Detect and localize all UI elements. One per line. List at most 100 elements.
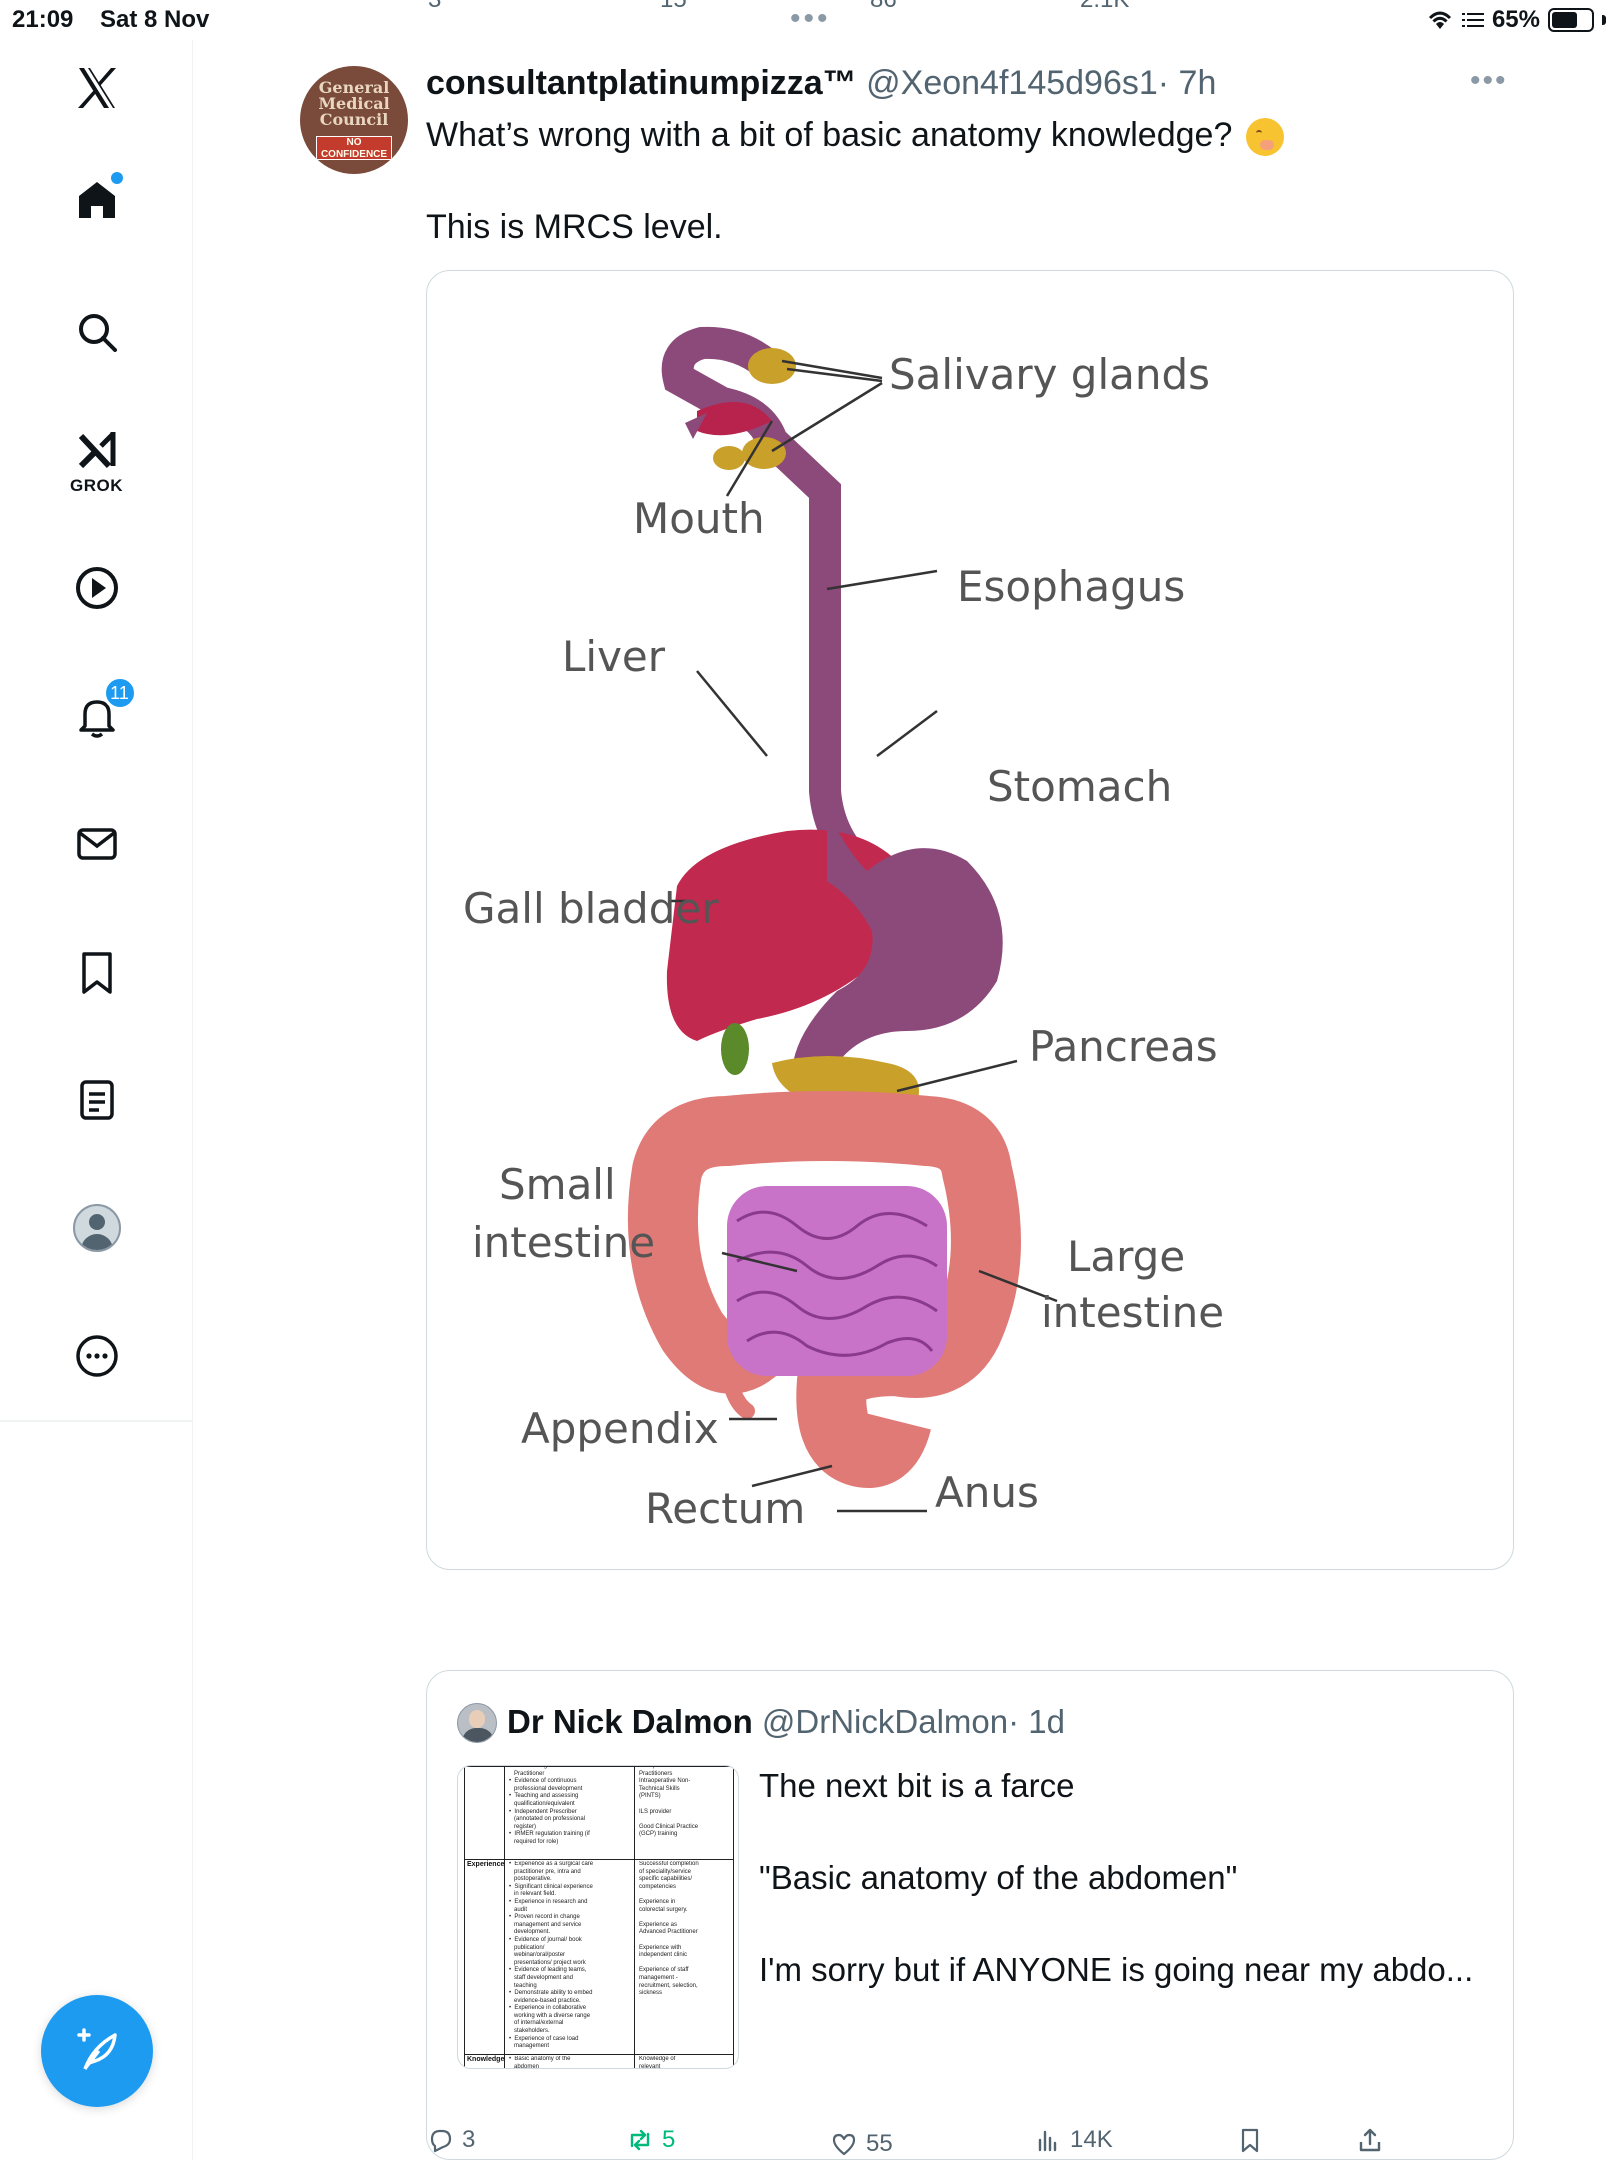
status-date: Sat 8 Nov <box>100 6 210 33</box>
reply-icon <box>430 2129 452 2153</box>
quote-document-image[interactable]: Experience Knowledge • MSc in Surgical C… <box>457 1765 739 2069</box>
author-handle[interactable]: @Xeon4f145d96s1 <box>866 64 1158 102</box>
sidebar-item-notifications[interactable]: 11 <box>0 676 193 745</box>
profile-avatar <box>72 1204 121 1252</box>
shushing-face-emoji-icon <box>1245 118 1284 157</box>
doc-col3-top: Perioperative Care Practitioners Intraop… <box>639 1765 699 1838</box>
label-stomach: Stomach <box>987 762 1172 811</box>
label-small-intestine-1: Small <box>499 1160 616 1209</box>
author-avatar[interactable]: General Medical Council NO CONFIDENCE <box>300 66 408 174</box>
label-appendix: Appendix <box>521 1404 719 1453</box>
digestive-system-diagram: Salivary glands Mouth Esophagus Liver St… <box>463 326 1224 1533</box>
more-circle-icon <box>75 1335 118 1377</box>
doc-label-experience: Experience <box>467 1861 505 1868</box>
envelope-icon <box>76 828 117 860</box>
sidebar-item-more[interactable] <box>0 1332 193 1380</box>
label-large-intestine-1: Large <box>1067 1232 1185 1281</box>
sidebar-divider <box>0 1420 193 1422</box>
play-circle-icon <box>75 567 118 609</box>
battery-icon <box>1548 8 1594 32</box>
repost-icon <box>630 2129 650 2151</box>
tweet-text-line1: What’s wrong with a bit of basic anatomy… <box>426 116 1284 157</box>
avatar-gmc-text: General Medical Council <box>318 78 390 129</box>
list-status-icon <box>1461 13 1484 27</box>
grok-icon <box>78 432 115 469</box>
doc-col2-mid: • Experience as a surgical care practiti… <box>509 1861 594 2050</box>
prev-repost-count[interactable]: 15 <box>660 0 687 14</box>
reply-button[interactable]: 3 <box>426 2126 475 2154</box>
tweet-image-digestive-diagram[interactable]: Salivary glands Mouth Esophagus Liver St… <box>426 270 1514 1570</box>
battery-percent: 65% <box>1491 6 1540 33</box>
label-liver: Liver <box>562 632 666 681</box>
tweet-actions: 3 5 55 14K <box>426 2126 1514 2160</box>
tweet-more-icon[interactable]: ••• <box>1470 64 1508 98</box>
label-gall-bladder: Gall bladder <box>463 884 719 933</box>
sidebar-item-profile[interactable] <box>0 1204 193 1252</box>
view-count: 14K <box>1070 2126 1113 2153</box>
quote-text: The next bit is a farce "Basic anatomy o… <box>759 1763 1499 2039</box>
wifi-icon <box>1428 11 1452 29</box>
status-right: 65% <box>1426 6 1606 34</box>
quote-author-name[interactable]: Dr Nick Dalmon <box>507 1703 753 1740</box>
tweet-header: consultantplatinumpizza™ @Xeon4f145d96s1… <box>426 64 1216 103</box>
notification-badge: 11 <box>102 676 137 710</box>
label-rectum: Rectum <box>645 1484 805 1533</box>
author-name[interactable]: consultantplatinumpizza™ <box>426 64 857 102</box>
gallbladder-shape <box>721 1023 749 1075</box>
compose-button[interactable] <box>41 1995 153 2107</box>
doc-col2-bot: • Basic anatomy of the abdomen <box>509 2056 571 2069</box>
small-intestine-shape <box>727 1186 947 1376</box>
quote-time[interactable]: · 1d <box>1008 1703 1065 1740</box>
label-esophagus: Esophagus <box>957 562 1185 611</box>
share-button[interactable] <box>1356 2126 1384 2154</box>
label-small-intestine-2: intestine <box>472 1218 655 1267</box>
x-logo[interactable] <box>0 64 193 112</box>
quote-paragraph: The next bit is a farce <box>759 1767 1075 1804</box>
doc-col3-bot: Knowledge of relevant <box>639 2056 676 2069</box>
prev-view-count[interactable]: 2.1K <box>1080 0 1129 14</box>
reply-count: 3 <box>462 2126 476 2153</box>
sidebar-item-search[interactable] <box>0 308 193 356</box>
repost-button[interactable]: 5 <box>626 2126 675 2154</box>
tweet-text-line2: This is MRCS level. <box>426 208 723 246</box>
avatar-banner: NO CONFIDENCE <box>316 136 392 160</box>
salivary-gland-1 <box>748 348 796 384</box>
doc-col3-mid: Successful completion of speciality/serv… <box>639 1861 699 1997</box>
prev-like-count[interactable]: 86 <box>870 0 897 14</box>
quoted-tweet[interactable]: Dr Nick Dalmon @DrNickDalmon· 1d Experie… <box>426 1670 1514 2160</box>
sidebar-item-bookmarks[interactable] <box>0 948 193 996</box>
grok-label: GROK <box>70 476 123 495</box>
label-pancreas: Pancreas <box>1029 1022 1218 1071</box>
quote-author-avatar[interactable] <box>457 1703 497 1743</box>
bookmark-button[interactable] <box>1236 2126 1264 2154</box>
label-mouth: Mouth <box>633 494 765 543</box>
sidebar-item-messages[interactable] <box>0 820 193 868</box>
quote-paragraph: I'm sorry but if ANYONE is going near my… <box>759 1951 1474 1988</box>
sidebar-item-grok[interactable]: GROK <box>0 426 193 496</box>
label-anus: Anus <box>935 1468 1039 1517</box>
quote-author-handle[interactable]: @DrNickDalmon <box>762 1703 1008 1740</box>
sidebar-item-video[interactable] <box>0 564 193 612</box>
sidebar-item-home[interactable] <box>0 172 193 229</box>
like-count: 55 <box>866 2130 893 2157</box>
bookmark-icon <box>1241 2128 1259 2153</box>
x-logo-icon <box>77 68 116 108</box>
prev-reply-count[interactable]: 3 <box>428 0 441 14</box>
label-large-intestine-2: intestine <box>1041 1288 1224 1337</box>
repost-count: 5 <box>662 2126 676 2153</box>
share-icon <box>1359 2128 1381 2152</box>
quote-paragraph: "Basic anatomy of the abdomen" <box>759 1859 1238 1896</box>
home-notification-dot <box>110 172 123 184</box>
status-time: 21:09 <box>12 6 74 33</box>
doc-col2-top: • MSc in Surgical Care Practitioner • Ev… <box>509 1765 590 1845</box>
views-button[interactable]: 14K <box>1034 2126 1113 2154</box>
salivary-gland-2 <box>742 437 786 469</box>
tweet-time[interactable]: · 7h <box>1158 64 1217 102</box>
sidebar: GROK 11 <box>0 40 193 2160</box>
quote-header: Dr Nick Dalmon @DrNickDalmon· 1d <box>507 1703 1065 1741</box>
sidebar-item-lists[interactable] <box>0 1076 193 1124</box>
bookmark-icon <box>81 952 112 994</box>
label-salivary-glands: Salivary glands <box>889 350 1210 399</box>
like-button[interactable]: 55 <box>830 2130 893 2158</box>
heart-icon <box>832 2133 856 2156</box>
